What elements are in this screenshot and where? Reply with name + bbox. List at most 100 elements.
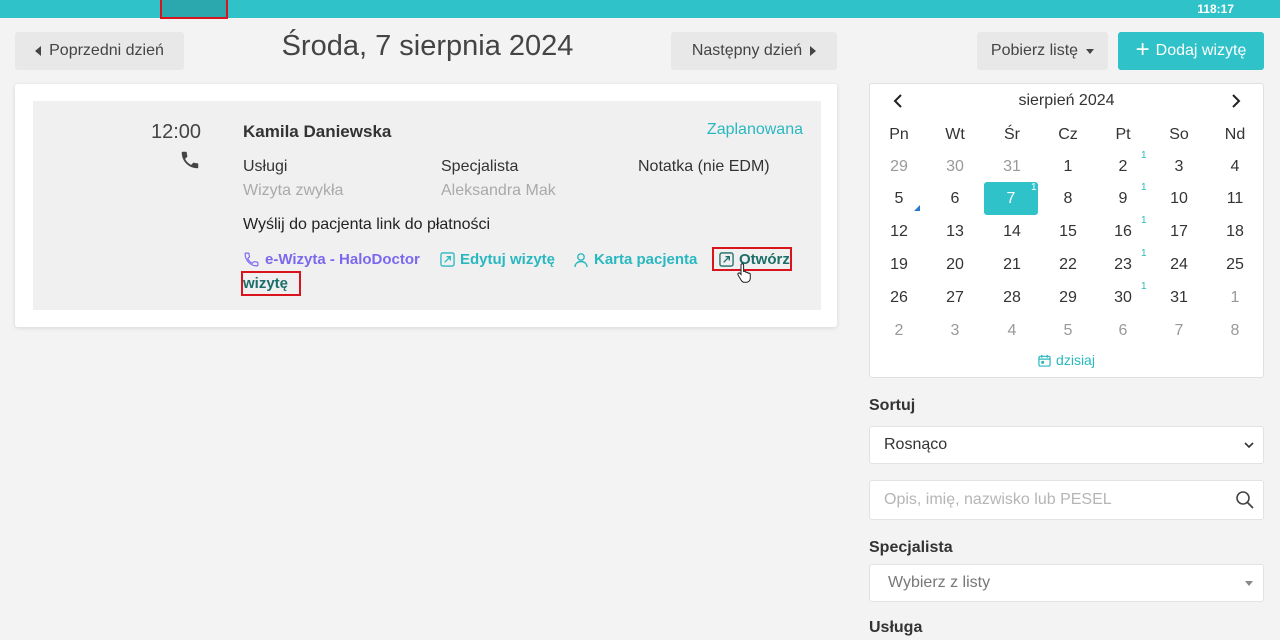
calendar-day[interactable]: 29 (1040, 281, 1096, 314)
visit-count-badge: 1 (1141, 150, 1147, 161)
calendar-day[interactable]: 29 (871, 150, 927, 183)
calendar-day[interactable]: 21 (984, 248, 1040, 281)
calendar-day[interactable]: 4 (1207, 150, 1263, 183)
plus-icon: + (1135, 35, 1150, 63)
weekday-header: Pt (1115, 126, 1131, 143)
highlight-box (241, 271, 301, 296)
edit-visit-label: Edytuj wizytę (460, 251, 556, 268)
chevron-right-icon (1232, 94, 1241, 108)
visit-count-badge: 1 (1141, 215, 1147, 226)
calendar-day[interactable]: 6 (1095, 314, 1151, 347)
calendar-day[interactable]: 13 (927, 215, 983, 248)
caret-right-icon (810, 46, 817, 56)
corner-marker-icon (914, 205, 920, 211)
ewizyta-label: e-Wizyta - HaloDoctor (265, 251, 420, 268)
sort-select[interactable]: Rosnąco (869, 426, 1264, 464)
patient-card-link[interactable]: Karta pacjenta (573, 251, 697, 268)
calendar-day[interactable]: 7 (1151, 314, 1207, 347)
sort-label: Sortuj (869, 397, 916, 414)
caret-down-icon (1245, 581, 1253, 586)
services-label: Usługi (243, 158, 288, 175)
add-visit-label: Dodaj wizytę (1155, 42, 1247, 59)
previous-day-button[interactable]: Poprzedni dzień (15, 32, 184, 70)
note-label: Notatka (nie EDM) (638, 158, 770, 175)
payment-link[interactable]: Wyślij do pacjenta link do płatności (243, 216, 490, 234)
visit-count-badge: 1 (1141, 182, 1147, 193)
calendar-month-title: sierpień 2024 (1018, 92, 1115, 109)
calendar-day[interactable]: 26 (871, 281, 927, 314)
patient-name[interactable]: Kamila Daniewska (243, 122, 391, 142)
calendar-day[interactable]: 15 (1040, 215, 1096, 248)
visit-time: 12:00 (151, 121, 202, 143)
weekday-header: Wt (945, 126, 965, 143)
calendar-day[interactable]: 14 (984, 215, 1040, 248)
highlight-box (712, 247, 792, 271)
calendar-day[interactable]: 3 (927, 314, 983, 347)
next-day-label: Następny dzień (691, 42, 803, 59)
hand-cursor-icon (737, 263, 751, 283)
phone-outline-icon (244, 252, 259, 267)
visit-entry[interactable]: 12:00 Kamila Daniewska Zaplanowana Usług… (33, 101, 821, 310)
calendar-day[interactable]: 31 (1151, 281, 1207, 314)
visit-card: 12:00 Kamila Daniewska Zaplanowana Usług… (15, 84, 837, 327)
calendar-day[interactable]: 25 (1207, 248, 1263, 281)
add-visit-button[interactable]: + Dodaj wizytę (1118, 32, 1264, 70)
calendar-day[interactable]: 20 (927, 248, 983, 281)
page-title: Środa, 7 sierpnia 2024 (281, 30, 574, 62)
edit-visit-link[interactable]: Edytuj wizytę (440, 251, 555, 268)
top-bar: 118:17 (0, 0, 1280, 19)
search-icon[interactable] (1235, 490, 1255, 510)
user-icon (574, 252, 588, 267)
calendar-day[interactable]: 2 (871, 314, 927, 347)
visit-count-badge: 1 (1141, 281, 1147, 292)
calendar-day[interactable]: 28 (984, 281, 1040, 314)
calendar-day[interactable]: 3 (1151, 150, 1207, 183)
chevron-down-icon (1244, 442, 1254, 449)
weekday-header: Nd (1224, 126, 1246, 143)
download-list-label: Pobierz listę (990, 42, 1079, 59)
calendar-day[interactable]: 30 (927, 150, 983, 183)
visit-count-badge: 1 (1141, 248, 1147, 259)
highlighted-tab[interactable] (160, 0, 228, 19)
calendar-day[interactable]: 4 (984, 314, 1040, 347)
calendar-day[interactable]: 24 (1151, 248, 1207, 281)
services-value: Wizyta zwykła (243, 182, 344, 199)
today-label: dzisiaj (1056, 352, 1095, 368)
today-button[interactable]: dzisiaj (870, 352, 1263, 368)
previous-day-label: Poprzedni dzień (49, 42, 164, 59)
calendar-day[interactable]: 27 (927, 281, 983, 314)
calendar-day[interactable]: 8 (1207, 314, 1263, 347)
calendar-day[interactable]: 5 (1040, 314, 1096, 347)
next-day-button[interactable]: Następny dzień (671, 32, 837, 70)
calendar-day[interactable]: 10 (1151, 182, 1207, 215)
search-input[interactable] (870, 481, 1200, 519)
calendar-icon (1038, 354, 1051, 367)
calendar-day[interactable]: 31 (984, 150, 1040, 183)
weekday-header: Pn (889, 126, 909, 143)
weekday-header: So (1169, 126, 1189, 143)
specialist-placeholder: Wybierz z listy (888, 574, 991, 591)
month-calendar: sierpień 2024 Pn Wt Śr Cz Pt So Nd 29 30… (869, 83, 1264, 378)
specialist-label: Specjalista (441, 158, 519, 175)
calendar-day[interactable]: 22 (1040, 248, 1096, 281)
next-month-button[interactable] (1224, 90, 1248, 112)
patient-search-box (869, 480, 1264, 520)
download-list-button[interactable]: Pobierz listę (977, 32, 1108, 70)
calendar-day[interactable]: 19 (871, 248, 927, 281)
calendar-day[interactable]: 1 (1207, 281, 1263, 314)
calendar-day[interactable]: 11 (1207, 182, 1263, 215)
calendar-day[interactable]: 17 (1151, 215, 1207, 248)
external-link-icon (440, 252, 455, 267)
patient-card-label: Karta pacjenta (594, 251, 698, 268)
calendar-day-selected[interactable]: 7 (984, 182, 1038, 215)
calendar-day[interactable]: 12 (871, 215, 927, 248)
weekday-header: Cz (1058, 126, 1078, 143)
calendar-day[interactable]: 18 (1207, 215, 1263, 248)
specialist-select[interactable]: Wybierz z listy (869, 564, 1264, 602)
sort-value: Rosnąco (884, 436, 948, 453)
weekday-header: Śr (1004, 126, 1020, 143)
ewizyta-link[interactable]: e-Wizyta - HaloDoctor (243, 251, 420, 268)
calendar-day[interactable]: 1 (1040, 150, 1096, 183)
calendar-day[interactable]: 8 (1040, 182, 1096, 215)
calendar-day[interactable]: 6 (927, 182, 983, 215)
